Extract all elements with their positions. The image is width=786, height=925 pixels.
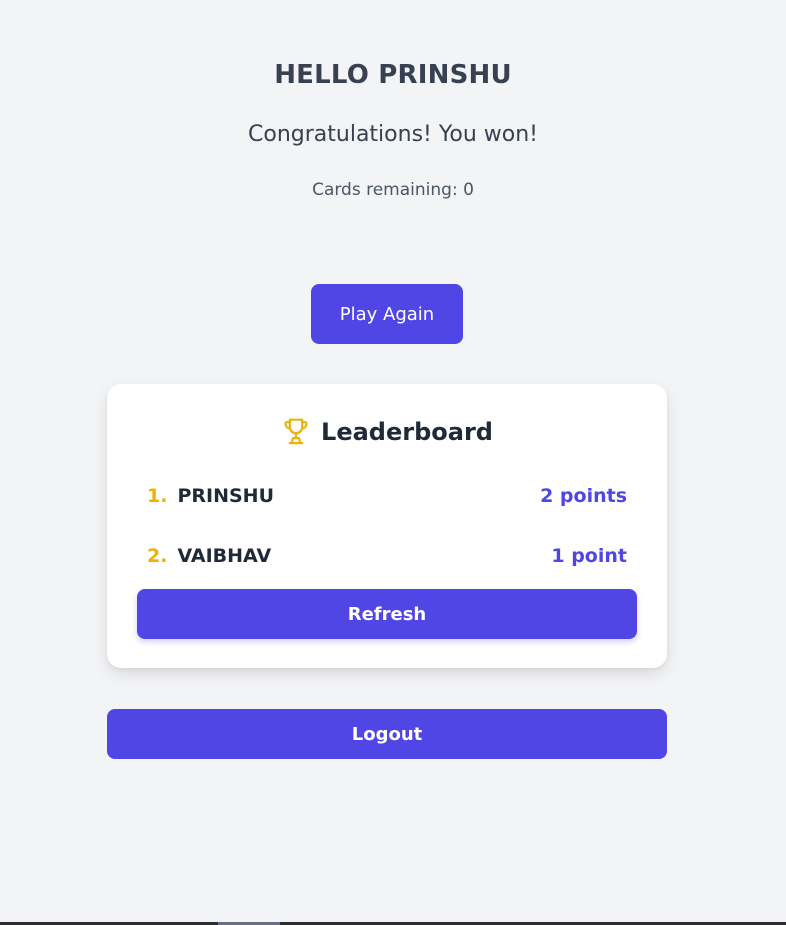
leaderboard-title: Leaderboard [321,418,493,446]
player-name: PRINSHU [177,485,274,507]
leaderboard-row: 1. PRINSHU 2 points [147,482,627,510]
greeting-heading: HELLO PRINSHU [274,60,512,90]
logout-button[interactable]: Logout [107,709,667,759]
player-points: 1 point [551,545,627,567]
refresh-button[interactable]: Refresh [137,589,637,639]
cards-remaining: Cards remaining: 0 [0,180,786,200]
player-points: 2 points [540,485,627,507]
leaderboard-row: 2. VAIBHAV 1 point [147,542,627,570]
win-message: Congratulations! You won! [248,122,538,147]
cards-remaining-value: 0 [463,180,474,200]
player-name: VAIBHAV [177,545,272,567]
leaderboard-card: Leaderboard 1. PRINSHU 2 points 2. VAIBH… [107,384,667,668]
rank-number: 2. [147,545,168,567]
trophy-icon [281,416,311,448]
rank-number: 1. [147,485,168,507]
leaderboard-header: Leaderboard [107,416,667,448]
play-again-button[interactable]: Play Again [311,284,463,344]
cards-remaining-label: Cards remaining: [312,180,458,200]
